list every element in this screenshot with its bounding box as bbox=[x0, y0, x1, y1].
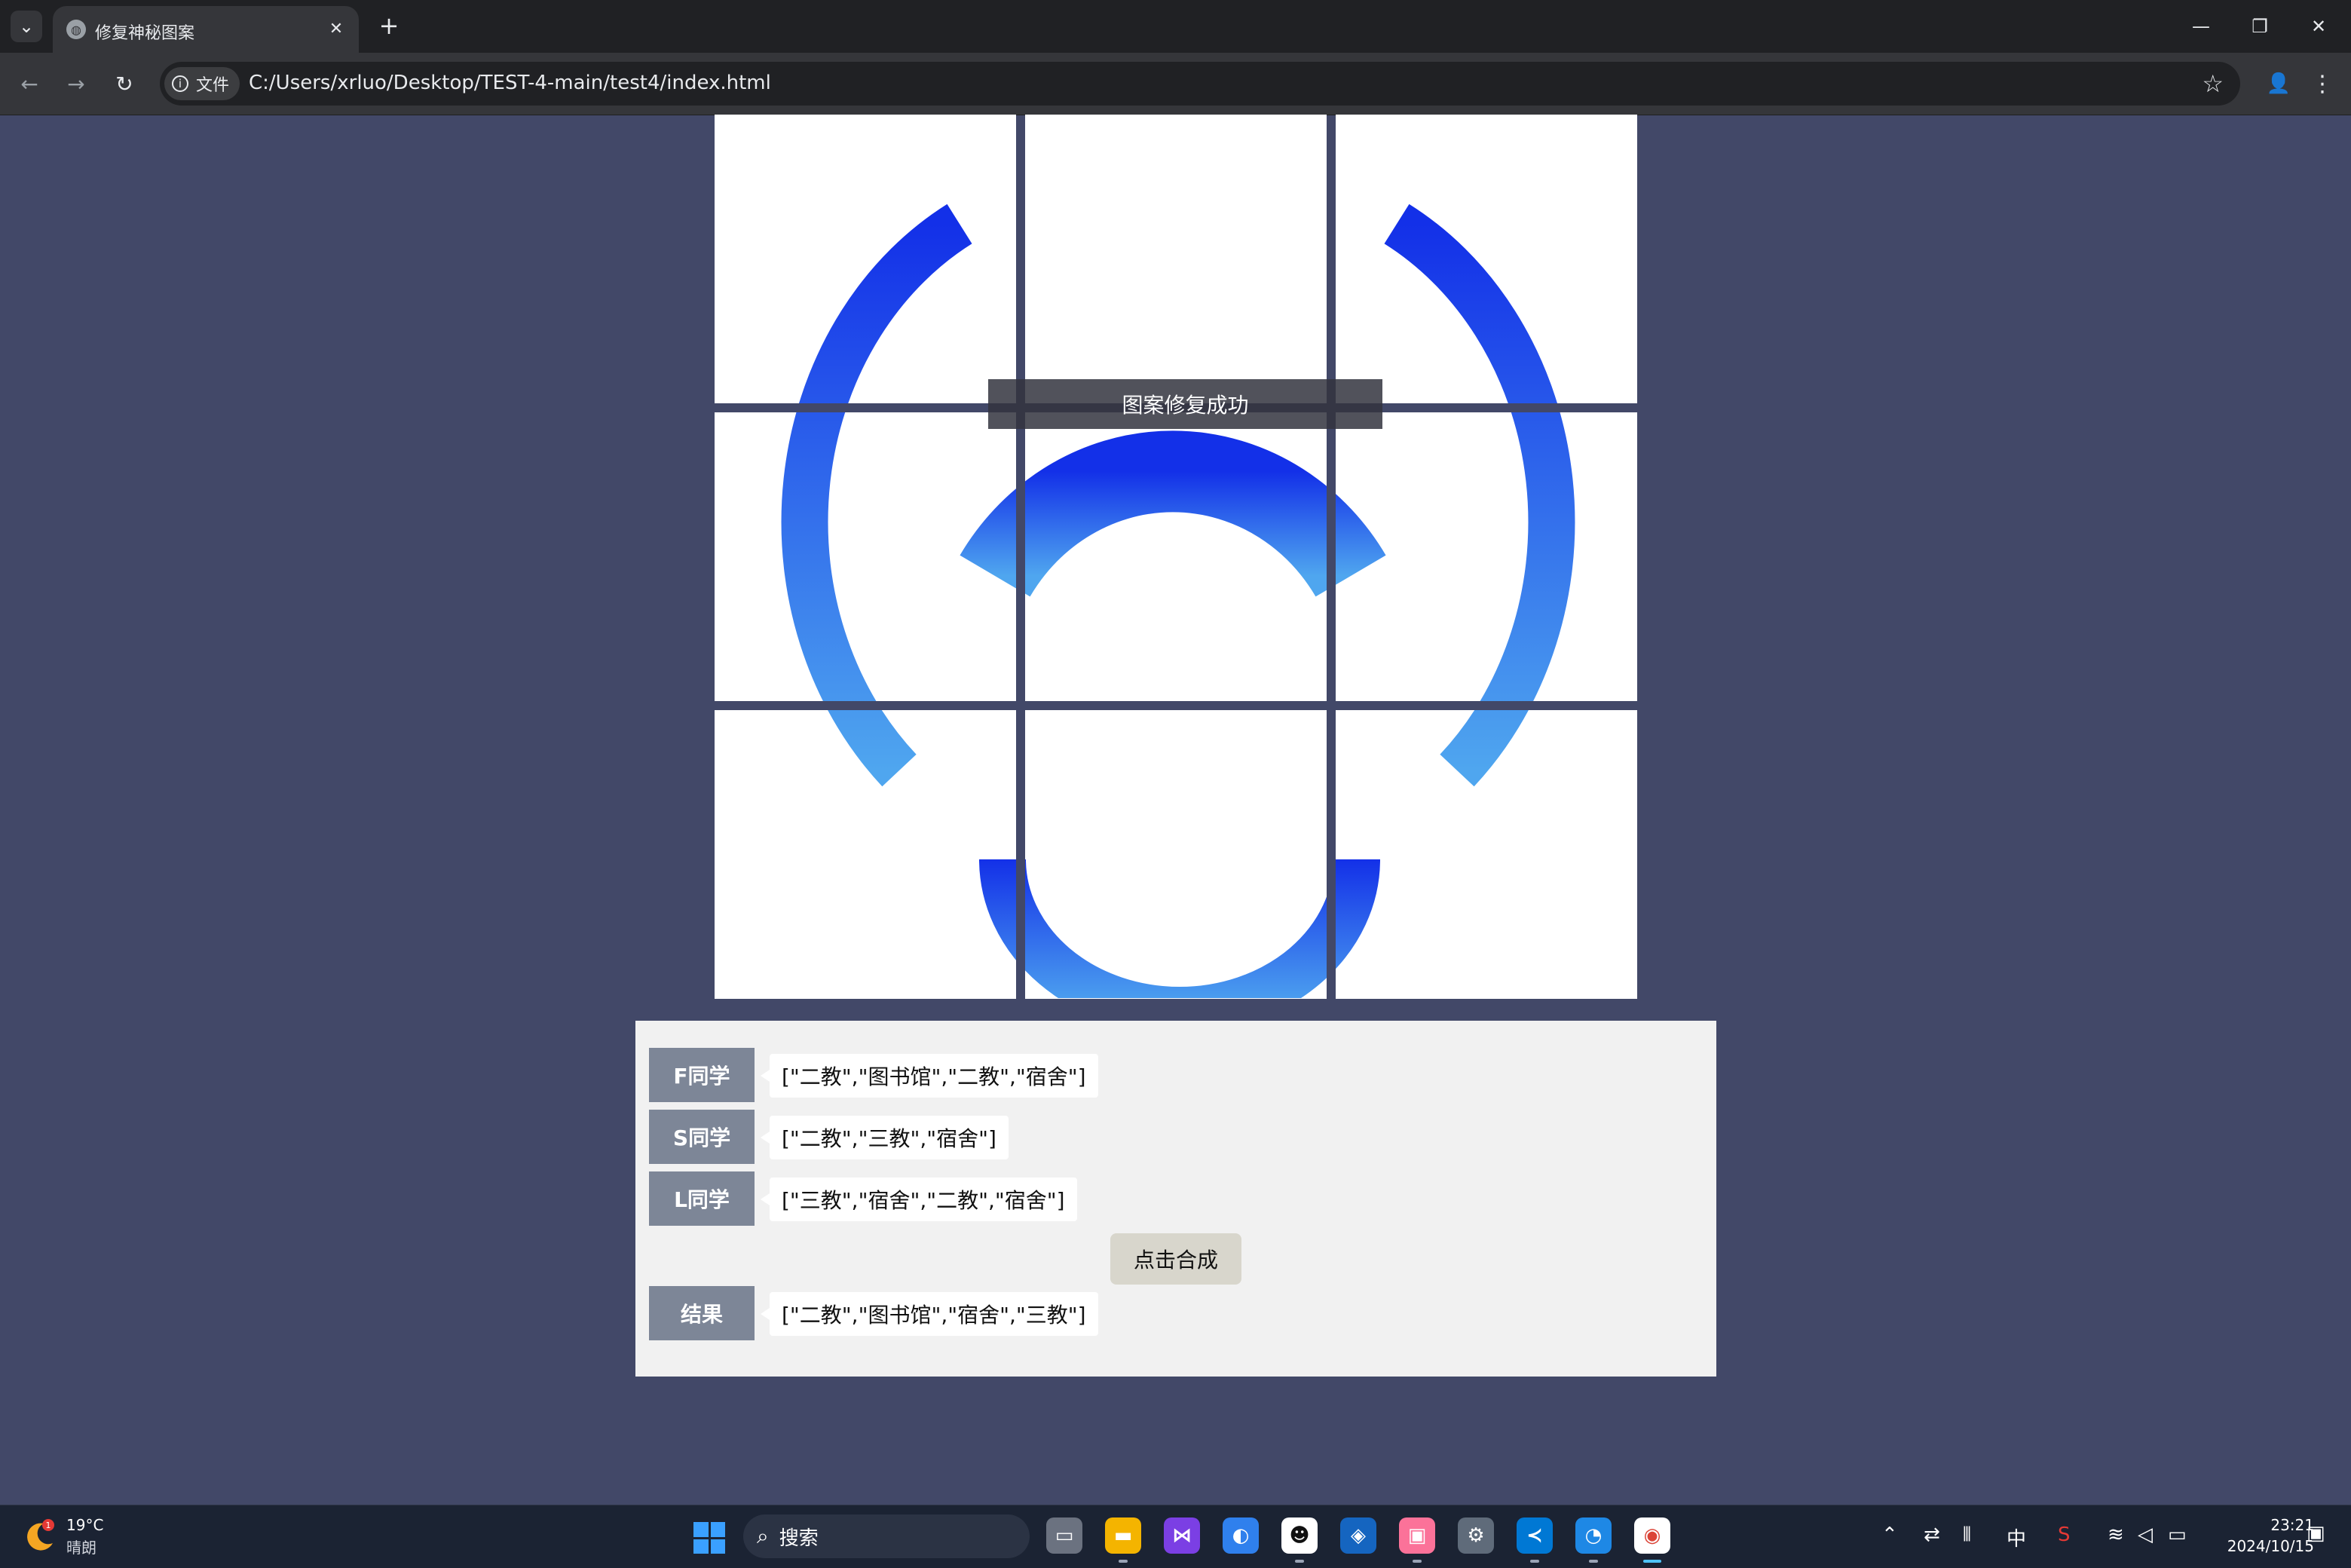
site-info-label: 文件 bbox=[196, 76, 230, 95]
result-label: 结果 bbox=[649, 1286, 755, 1340]
profile-icon[interactable]: 👤 bbox=[2263, 68, 2294, 100]
active-tab[interactable]: ◍ 修复神秘图案 ✕ bbox=[53, 6, 359, 53]
battery-icon[interactable]: ▭ bbox=[2168, 1524, 2187, 1546]
info-icon: i bbox=[172, 75, 188, 92]
url-text[interactable]: C:/Users/xrluo/Desktop/TEST-4-main/test4… bbox=[249, 72, 771, 94]
clock-date[interactable]: 2024/10/15 bbox=[2209, 1537, 2314, 1555]
puzzle-tile-mc[interactable] bbox=[1025, 412, 1327, 701]
weather-temperature[interactable]: 19°C bbox=[66, 1516, 103, 1534]
close-window-button[interactable]: ✕ bbox=[2296, 8, 2341, 45]
globe-icon: ◍ bbox=[66, 20, 86, 39]
notification-bell-icon[interactable]: ▣ bbox=[2307, 1522, 2325, 1545]
puzzle-board bbox=[715, 115, 1638, 999]
address-bar[interactable]: i 文件 C:/Users/xrluo/Desktop/TEST-4-main/… bbox=[160, 62, 2240, 106]
browser-blue-icon[interactable]: ◐ bbox=[1223, 1517, 1259, 1554]
student-label: L同学 bbox=[649, 1171, 755, 1226]
weather-moon-icon[interactable]: 1 bbox=[21, 1517, 57, 1554]
reload-button[interactable]: ↻ bbox=[109, 68, 140, 100]
student-route: ["二教","三教","宿舍"] bbox=[761, 1116, 1009, 1159]
minimize-button[interactable]: — bbox=[2178, 8, 2224, 45]
forward-button[interactable]: → bbox=[60, 68, 92, 100]
success-toast: 图案修复成功 bbox=[988, 379, 1382, 429]
puzzle-tile-bc[interactable] bbox=[1025, 710, 1327, 999]
site-info-chip[interactable]: i 文件 bbox=[164, 67, 240, 100]
chevron-up-icon[interactable]: ⌃ bbox=[1881, 1524, 1898, 1546]
close-tab-icon[interactable]: ✕ bbox=[324, 17, 348, 41]
app-blue-icon[interactable]: ◈ bbox=[1340, 1517, 1376, 1554]
new-tab-button[interactable]: + bbox=[374, 11, 404, 41]
taskbar: 1 19°C 晴朗 ⌕ 搜索 ▭ ▬ ⋈ ◐ ☻ ◈ ▣ ⚙ ≺ ◔ ◉ ⌃ ⇄… bbox=[0, 1505, 2351, 1568]
result-route: ["二教","图书馆","宿舍","三教"] bbox=[761, 1292, 1098, 1336]
puzzle-tile-bl[interactable] bbox=[715, 710, 1016, 999]
restore-button[interactable]: ❐ bbox=[2237, 8, 2282, 45]
settings-gear-icon[interactable]: ⚙ bbox=[1458, 1517, 1494, 1554]
tab-title: 修复神秘图案 bbox=[95, 24, 195, 43]
success-message: 图案修复成功 bbox=[1122, 393, 1249, 418]
student-route: ["二教","图书馆","二教","宿舍"] bbox=[761, 1054, 1098, 1098]
tray-toggle-icon[interactable]: ⇄ bbox=[1924, 1524, 1940, 1546]
back-button[interactable]: ← bbox=[14, 68, 45, 100]
edge-icon[interactable]: ◔ bbox=[1575, 1517, 1612, 1563]
tab-strip: ⌄ ◍ 修复神秘图案 ✕ + — ❐ ✕ bbox=[0, 0, 2351, 53]
browser-toolbar: ← → ↻ i 文件 C:/Users/xrluo/Desktop/TEST-4… bbox=[0, 53, 2351, 115]
vscode-icon[interactable]: ≺ bbox=[1517, 1517, 1553, 1563]
windows-start-icon[interactable] bbox=[693, 1522, 725, 1554]
puzzle-tile-br[interactable] bbox=[1336, 710, 1637, 999]
student-label: S同学 bbox=[649, 1110, 755, 1164]
weather-badge: 1 bbox=[46, 1521, 51, 1530]
bookmark-star-icon[interactable]: ☆ bbox=[2202, 69, 2224, 98]
merge-panel: F同学 ["二教","图书馆","二教","宿舍"] S同学 ["二教","三教… bbox=[635, 1021, 1716, 1377]
student-route: ["三教","宿舍","二教","宿舍"] bbox=[761, 1178, 1077, 1221]
puzzle-tile-tl[interactable] bbox=[715, 115, 1016, 403]
merge-button[interactable]: 点击合成 bbox=[1110, 1233, 1241, 1285]
visual-studio-icon[interactable]: ⋈ bbox=[1164, 1517, 1200, 1554]
file-explorer-icon[interactable]: ▬ bbox=[1105, 1517, 1141, 1563]
volume-icon[interactable]: ◁ bbox=[2138, 1524, 2153, 1546]
clock-time[interactable]: 23:21 bbox=[2254, 1516, 2314, 1534]
weather-description[interactable]: 晴朗 bbox=[66, 1536, 96, 1557]
bilibili-icon[interactable]: ▣ bbox=[1399, 1517, 1435, 1563]
wifi-icon[interactable]: ≋ bbox=[2108, 1524, 2124, 1546]
ime-indicator[interactable]: 中 bbox=[2007, 1524, 2026, 1551]
browser-menu-icon[interactable]: ⋮ bbox=[2307, 68, 2338, 100]
taskbar-search[interactable]: ⌕ 搜索 bbox=[743, 1514, 1030, 1558]
puzzle-tile-mr[interactable] bbox=[1336, 412, 1637, 701]
search-icon: ⌕ bbox=[757, 1524, 769, 1548]
chrome-icon[interactable]: ◉ bbox=[1634, 1517, 1670, 1563]
puzzle-tile-tc[interactable] bbox=[1025, 115, 1327, 403]
puzzle-tile-tr[interactable] bbox=[1336, 115, 1637, 403]
tray-app-icon[interactable]: ⫴ bbox=[1963, 1524, 1971, 1547]
search-placeholder: 搜索 bbox=[779, 1527, 819, 1550]
qq-icon[interactable]: ☻ bbox=[1281, 1517, 1318, 1563]
puzzle-tile-ml[interactable] bbox=[715, 412, 1016, 701]
task-view-icon[interactable]: ▭ bbox=[1046, 1517, 1082, 1554]
sogou-icon[interactable]: S bbox=[2058, 1524, 2071, 1546]
student-label: F同学 bbox=[649, 1048, 755, 1102]
tab-search-button[interactable]: ⌄ bbox=[11, 11, 42, 42]
